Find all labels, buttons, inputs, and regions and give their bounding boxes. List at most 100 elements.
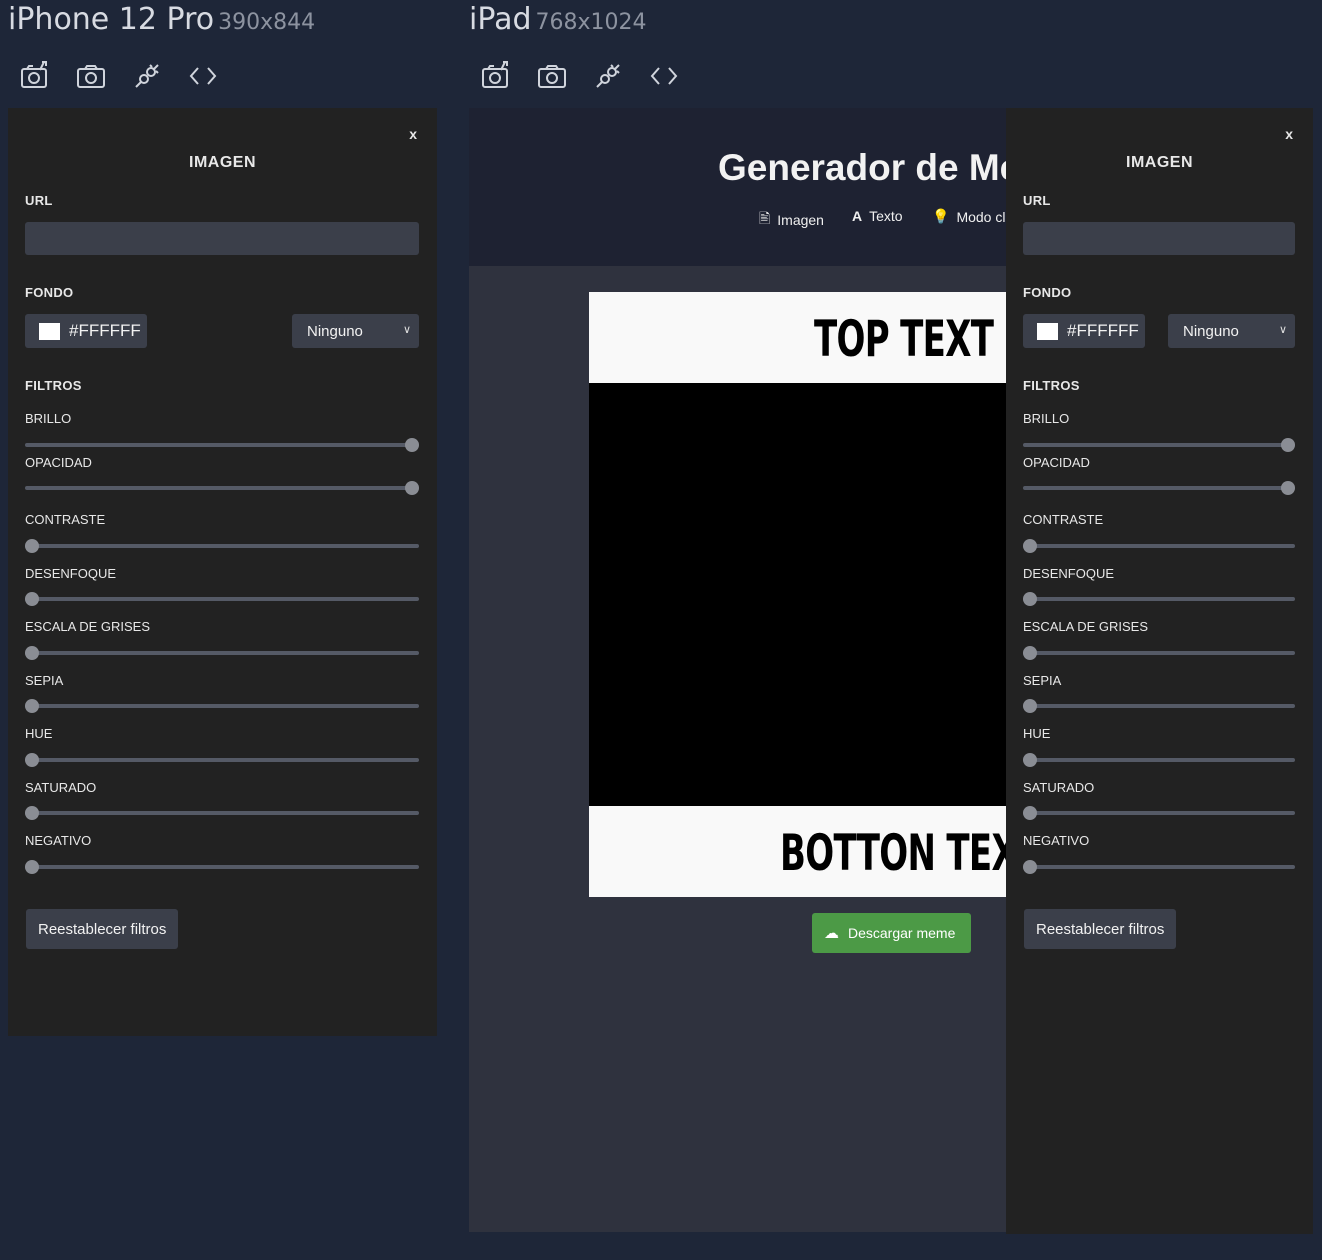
- slider-thumb[interactable]: [25, 592, 39, 606]
- url-input[interactable]: [25, 222, 419, 255]
- panel-title: IMAGEN: [189, 154, 256, 171]
- filter-label: OPACIDAD: [25, 455, 92, 470]
- meme-image: [589, 383, 1006, 806]
- filter-label: ESCALA DE GRISES: [1023, 619, 1148, 634]
- camera-retake-icon[interactable]: [10, 58, 66, 94]
- filter-label: DESENFOQUE: [25, 566, 117, 581]
- reset-filters-button[interactable]: Reestablecer filtros: [1024, 909, 1177, 949]
- slider-track: [1023, 597, 1295, 601]
- slider-track: [25, 704, 419, 708]
- device-toolbar-ipad: [471, 58, 695, 94]
- app-title: Generador de Mer: [718, 147, 1035, 188]
- code-icon[interactable]: [639, 58, 695, 94]
- filter-slider[interactable]: [25, 438, 419, 452]
- close-icon[interactable]: x: [409, 126, 417, 142]
- filter-slider[interactable]: [1023, 699, 1295, 713]
- camera-icon[interactable]: [66, 58, 122, 94]
- slider-track: [25, 544, 419, 548]
- filter-slider[interactable]: [1023, 753, 1295, 767]
- meme-bottom-text: BOTTON TEXT: [780, 824, 1006, 882]
- slider-track: [1023, 486, 1295, 490]
- slider-track: [1023, 544, 1295, 548]
- filter-slider[interactable]: [1023, 646, 1295, 660]
- font-icon: A: [852, 208, 863, 224]
- filter-slider[interactable]: [1023, 860, 1295, 874]
- code-icon[interactable]: [178, 58, 234, 94]
- background-color-picker[interactable]: #FFFFFF: [1023, 314, 1145, 348]
- slider-track: [1023, 865, 1295, 869]
- filter-slider[interactable]: [25, 481, 419, 495]
- slider-thumb[interactable]: [1023, 860, 1037, 874]
- slider-thumb[interactable]: [1023, 539, 1037, 553]
- filter-slider[interactable]: [25, 699, 419, 713]
- filter-slider[interactable]: [25, 592, 419, 606]
- slider-track: [25, 758, 419, 762]
- filter-slider[interactable]: [1023, 481, 1295, 495]
- slider-thumb[interactable]: [1023, 592, 1037, 606]
- reset-filters-button[interactable]: Reestablecer filtros: [26, 909, 179, 949]
- url-input[interactable]: [1023, 222, 1295, 255]
- slider-thumb[interactable]: [25, 860, 39, 874]
- url-label: URL: [1023, 193, 1051, 208]
- slider-thumb[interactable]: [25, 646, 39, 660]
- app-body: TOP TEXT BOTTON TEXT ☁ Descargar meme: [469, 266, 1006, 1232]
- device-dims: 768x1024: [535, 10, 647, 35]
- slider-thumb[interactable]: [1023, 806, 1037, 820]
- slider-thumb[interactable]: [1281, 438, 1295, 452]
- file-image-icon: 🖹: [759, 210, 771, 226]
- filter-slider[interactable]: [1023, 592, 1295, 606]
- download-meme-button[interactable]: ☁ Descargar meme: [812, 913, 971, 953]
- slider-thumb[interactable]: [1023, 699, 1037, 713]
- filter-slider[interactable]: [25, 539, 419, 553]
- slider-thumb[interactable]: [25, 753, 39, 767]
- filter-slider[interactable]: [25, 753, 419, 767]
- device-title-ipad: iPad 768x1024: [469, 2, 647, 37]
- filter-label: SEPIA: [1023, 673, 1062, 688]
- filter-label: SATURADO: [1023, 780, 1095, 795]
- nav-texto[interactable]: A Texto: [852, 208, 903, 224]
- filter-label: OPACIDAD: [1023, 455, 1090, 470]
- filter-slider[interactable]: [1023, 438, 1295, 452]
- url-label: URL: [25, 193, 53, 208]
- blend-mode-value: Ninguno: [307, 322, 363, 340]
- download-label: Descargar meme: [848, 925, 956, 941]
- app-header: Generador de Mer 🖹 Imagen A Texto 💡 Modo cl…: [469, 108, 1035, 266]
- filter-label: CONTRASTE: [1023, 512, 1104, 527]
- device-name: iPhone 12 Pro: [8, 2, 215, 37]
- image-panel: x IMAGEN URL FONDO #FFFFFF Ninguno ∨ FILT…: [1006, 108, 1313, 1234]
- blend-mode-select[interactable]: Ninguno ∨: [1168, 314, 1295, 348]
- camera-retake-icon[interactable]: [471, 58, 527, 94]
- slider-thumb[interactable]: [1281, 481, 1295, 495]
- panel-title: IMAGEN: [1126, 154, 1193, 171]
- filter-slider[interactable]: [1023, 539, 1295, 553]
- slider-thumb[interactable]: [405, 438, 419, 452]
- slider-thumb[interactable]: [25, 539, 39, 553]
- image-panel: x IMAGEN URL FONDO #FFFFFF Ninguno ∨ FILT…: [8, 108, 437, 1036]
- filter-slider[interactable]: [25, 806, 419, 820]
- slider-thumb[interactable]: [1023, 753, 1037, 767]
- filter-slider[interactable]: [1023, 806, 1295, 820]
- chevron-down-icon: ∨: [1278, 324, 1287, 336]
- slider-thumb[interactable]: [1023, 646, 1037, 660]
- color-value: #FFFFFF: [69, 321, 141, 340]
- filter-label: CONTRASTE: [25, 512, 106, 527]
- close-icon[interactable]: x: [1285, 126, 1293, 142]
- slider-thumb[interactable]: [25, 806, 39, 820]
- slider-thumb[interactable]: [405, 481, 419, 495]
- blend-mode-select[interactable]: Ninguno ∨: [292, 314, 419, 348]
- chevron-down-icon: ∨: [402, 324, 411, 336]
- camera-icon[interactable]: [527, 58, 583, 94]
- slider-track: [1023, 758, 1295, 762]
- slider-thumb[interactable]: [25, 699, 39, 713]
- filter-slider[interactable]: [25, 860, 419, 874]
- plug-disconnect-icon[interactable]: [583, 58, 639, 94]
- background-color-picker[interactable]: #FFFFFF: [25, 314, 147, 348]
- plug-disconnect-icon[interactable]: [122, 58, 178, 94]
- slider-track: [25, 443, 419, 447]
- device-dims: 390x844: [218, 10, 316, 35]
- filter-slider[interactable]: [25, 646, 419, 660]
- nav-modo-claro[interactable]: 💡 Modo cla: [932, 208, 1013, 225]
- device-title-iphone: iPhone 12 Pro 390x844: [8, 2, 315, 37]
- slider-track: [1023, 811, 1295, 815]
- nav-imagen[interactable]: 🖹 Imagen: [759, 208, 824, 232]
